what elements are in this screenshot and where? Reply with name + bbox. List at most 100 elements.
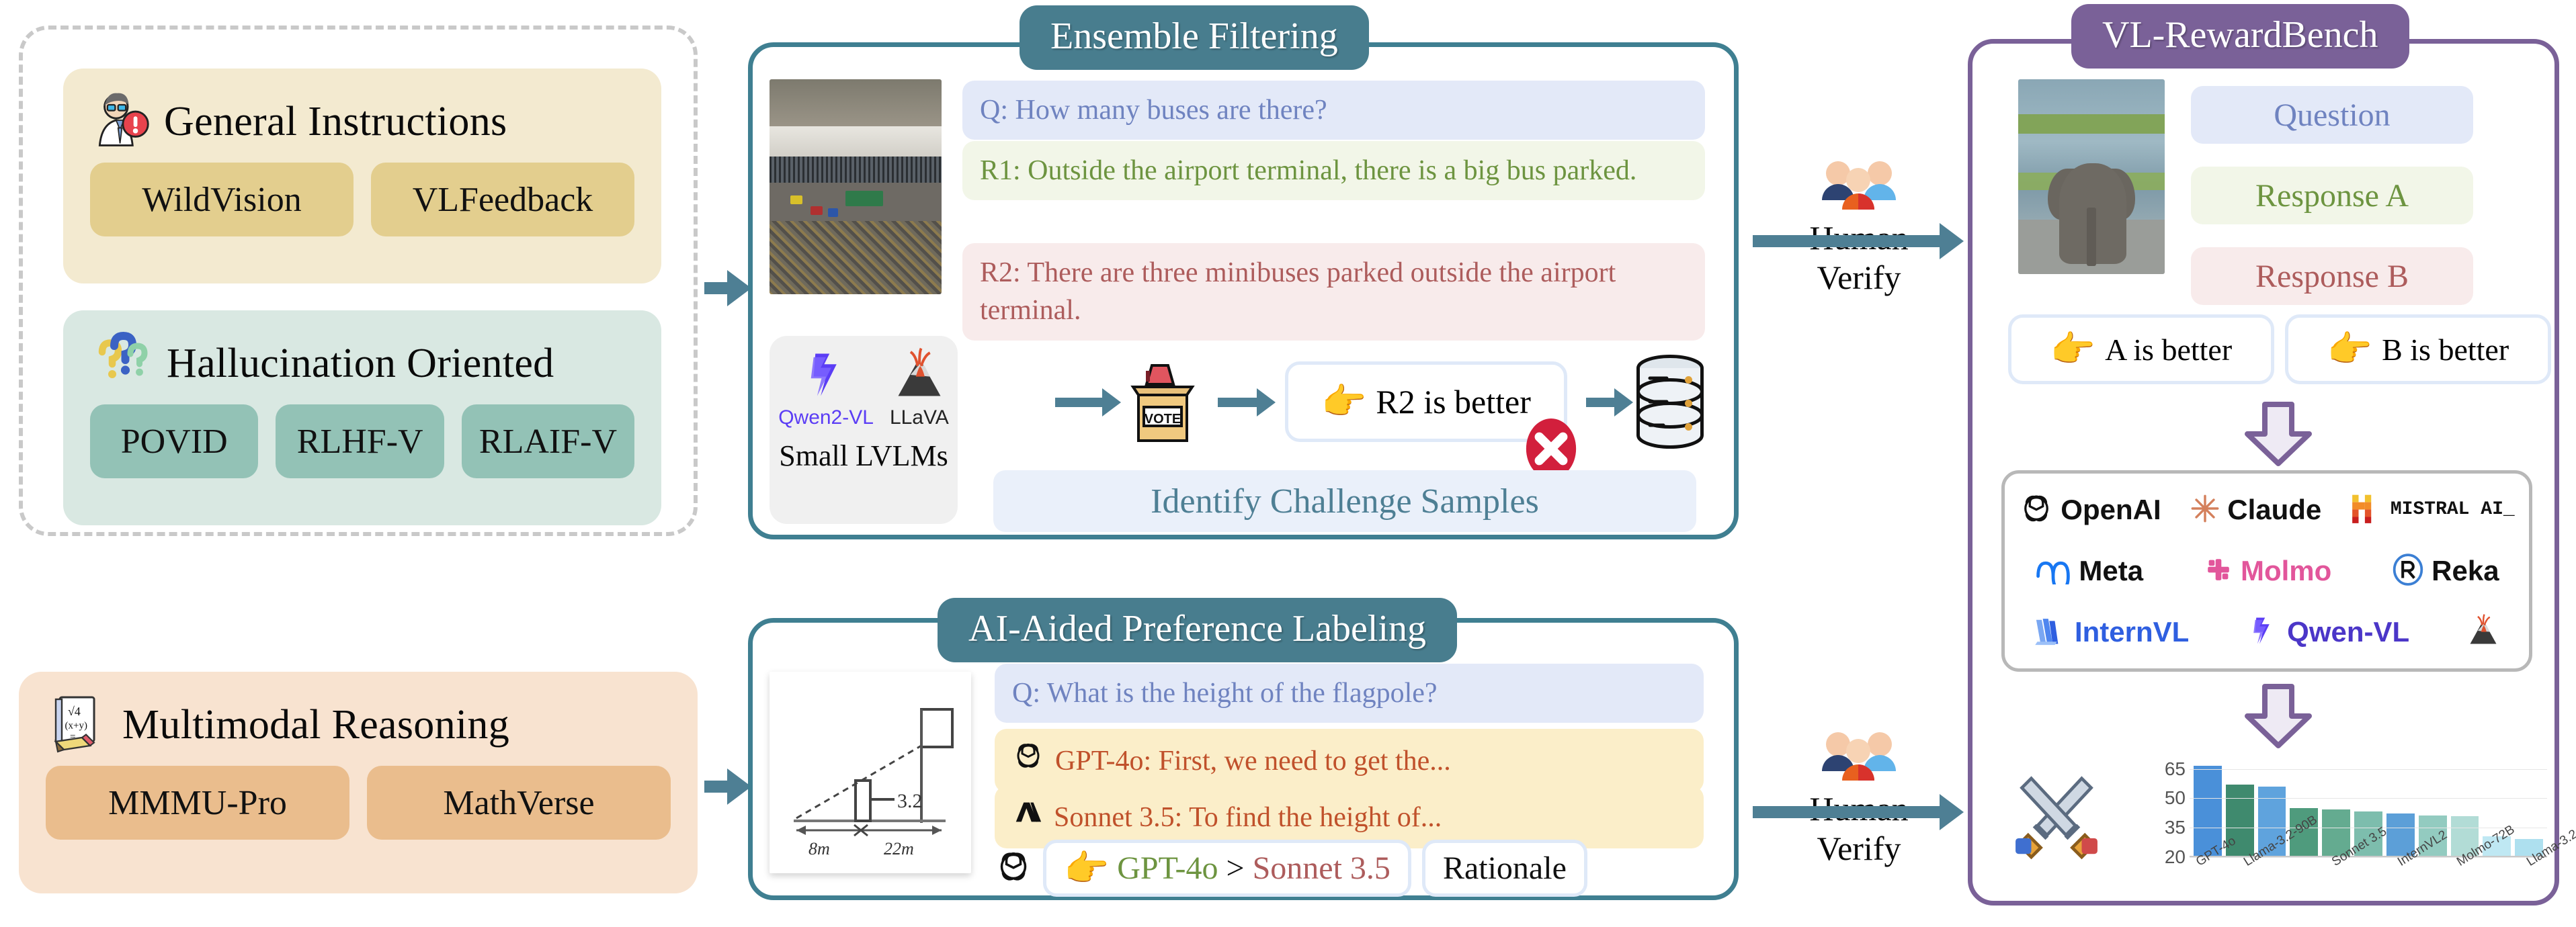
meta-icon: [2034, 555, 2072, 591]
model-openai: OpenAI: [2019, 491, 2161, 529]
small-lvlms-block: Qwen2-VL LLaVA Small LVLMs: [770, 336, 958, 524]
bench-tag-response-b: Response B: [2191, 247, 2473, 305]
human-verify-line2: Verify: [1817, 258, 1901, 296]
choice-b-is-better[interactable]: 👉 B is better: [2285, 314, 2551, 384]
chart-y-tick: 35: [2164, 817, 2186, 838]
openai-icon: [1012, 740, 1044, 782]
choice-a-is-better[interactable]: 👉 A is better: [2008, 314, 2274, 384]
flagpole-right-span: 22m: [884, 839, 914, 858]
hallucination-chips: POVID RLHF-V RLAIF-V: [81, 404, 644, 478]
ensemble-verdict-label: R2 is better: [1376, 383, 1531, 421]
rationale-button[interactable]: Rationale: [1421, 840, 1587, 897]
arrow-reasoning-to-labeling: [704, 781, 729, 793]
svg-text:(x+y): (x+y): [65, 720, 87, 731]
molmo-icon: [2203, 554, 2234, 588]
chip-rlhf-v[interactable]: RLHF-V: [276, 404, 444, 478]
chart-gridline: [2190, 798, 2547, 799]
person-alert-icon: [90, 89, 152, 154]
general-instructions-chips: WildVision VLFeedback: [81, 163, 644, 236]
labeling-answer-sonnet-text: Sonnet 3.5: To find the height of...: [1054, 801, 1442, 833]
bench-tag-response-a: Response A: [2191, 167, 2473, 224]
hallucination-header: Hallucination Oriented: [81, 322, 644, 404]
anthropic-icon: [1012, 797, 1043, 838]
question-marks-icon: [90, 330, 155, 398]
chart-gridline: [2190, 768, 2547, 770]
arrow-labeling-to-bench: [1753, 806, 1941, 818]
model-mistral: MISTRAL AI_: [2350, 492, 2515, 529]
flagpole-diagram: 3.2 8m 22m: [770, 672, 971, 873]
model-mistral-label: MISTRAL AI_: [2390, 499, 2515, 521]
reka-icon: [2391, 553, 2425, 590]
pointing-hand-icon: 👉: [2327, 329, 2373, 369]
labeling-answer-gpt4o-text: GPT-4o: First, we need to get the...: [1055, 745, 1451, 777]
small-lvlms-caption: Small LVLMs: [779, 439, 948, 472]
chip-mmmu-pro[interactable]: MMMU-Pro: [46, 766, 349, 840]
model-molmo: Molmo: [2203, 554, 2331, 588]
preference-loser: Sonnet 3.5: [1252, 850, 1390, 886]
chip-vlfeedback[interactable]: VLFeedback: [371, 163, 634, 236]
preference-verdict-pill: 👉 GPT-4o > Sonnet 3.5: [1043, 840, 1411, 897]
source-card-general-instructions: General Instructions WildVision VLFeedba…: [63, 69, 661, 283]
model-meta: Meta: [2034, 555, 2144, 591]
small-lvlm-logos: Qwen2-VL LLaVA: [778, 347, 949, 429]
chip-wildvision[interactable]: WildVision: [90, 163, 354, 236]
labeling-answer-gpt4o: GPT-4o: First, we need to get the...: [995, 729, 1704, 793]
choice-b-label: B is better: [2382, 332, 2509, 367]
human-verify-bottom: Human Verify: [1758, 725, 1960, 866]
flagpole-left-span: 8m: [808, 839, 830, 858]
vl-rewardbench-tab: VL-RewardBench: [2071, 4, 2409, 69]
pointing-hand-icon: 👉: [2050, 329, 2096, 369]
pointing-hand-icon: 👉: [1064, 848, 1110, 889]
llava-label: LLaVA: [889, 406, 949, 429]
model-llava: [2466, 613, 2501, 652]
openai-icon: [995, 848, 1032, 889]
arrow-vote-to-verdict: [1218, 398, 1258, 407]
source-card-hallucination-oriented: Hallucination Oriented POVID RLHF-V RLAI…: [63, 310, 661, 525]
human-verify-top: Human Verify: [1758, 154, 1960, 295]
down-arrow-to-models: [2238, 402, 2319, 466]
claude-icon: [2190, 493, 2220, 527]
hallucination-title: Hallucination Oriented: [167, 340, 554, 386]
chip-mathverse[interactable]: MathVerse: [367, 766, 671, 840]
bench-tag-question: Question: [2191, 86, 2473, 144]
model-meta-label: Meta: [2079, 555, 2144, 586]
qwen-icon: [2245, 613, 2280, 652]
down-arrow-to-chart: [2238, 684, 2319, 748]
source-card-multimodal-reasoning: √4 (x+y) = Multimodal Reasoning MMMU-Pro…: [19, 672, 698, 893]
mistral-icon: [2350, 492, 2384, 529]
math-note-icon: √4 (x+y) =: [46, 691, 110, 759]
ensemble-filtering-tab: Ensemble Filtering: [1020, 5, 1369, 70]
chart-y-tick: 65: [2164, 758, 2186, 779]
models-row-3: InternVL Qwen-VL: [2005, 613, 2529, 652]
chart-x-axis-labels: GPT-4o Llama-3.2-90B Sonnet 3.5 InternVL2 Mo…: [2190, 813, 2576, 872]
model-openai-label: OpenAI: [2061, 494, 2161, 525]
internvl-icon: [2033, 613, 2068, 652]
arrow-lvlms-to-vote: [1055, 398, 1104, 407]
model-claude: Claude: [2190, 493, 2321, 527]
ensemble-response1-bubble: R1: Outside the airport terminal, there …: [962, 141, 1705, 201]
models-row-1: OpenAI Claude MISTRAL AI_: [2005, 491, 2529, 529]
model-molmo-label: Molmo: [2240, 555, 2332, 586]
arrow-sources-to-ensemble: [704, 282, 729, 294]
ensemble-question-bubble: Q: How many buses are there?: [962, 81, 1705, 140]
preference-comparator: >: [1226, 850, 1245, 886]
choice-a-label: A is better: [2105, 332, 2233, 367]
model-internvl: InternVL: [2033, 613, 2189, 652]
chip-rlaif-v[interactable]: RLAIF-V: [461, 404, 635, 478]
general-instructions-title: General Instructions: [164, 98, 507, 144]
vote-box-icon: VOTE: [1128, 363, 1198, 446]
llava-volcano-icon: [891, 347, 948, 406]
crossed-swords-icon: [2006, 766, 2107, 867]
model-claude-label: Claude: [2227, 494, 2322, 525]
openai-icon: [2019, 491, 2054, 529]
airport-photo: [770, 79, 942, 294]
model-internvl-label: InternVL: [2074, 616, 2190, 648]
arrow-verdict-to-database: [1586, 398, 1616, 407]
llava-volcano-icon: [2466, 613, 2501, 652]
model-reka-label: Reka: [2432, 555, 2499, 586]
preference-row: 👉 GPT-4o > Sonnet 3.5 Rationale: [995, 840, 1587, 897]
flagpole-height-label: 3.2: [897, 790, 923, 812]
models-row-2: Meta Molmo Reka: [2005, 553, 2529, 591]
chip-povid[interactable]: POVID: [90, 404, 259, 478]
labeling-question-bubble: Q: What is the height of the flagpole?: [995, 664, 1704, 723]
